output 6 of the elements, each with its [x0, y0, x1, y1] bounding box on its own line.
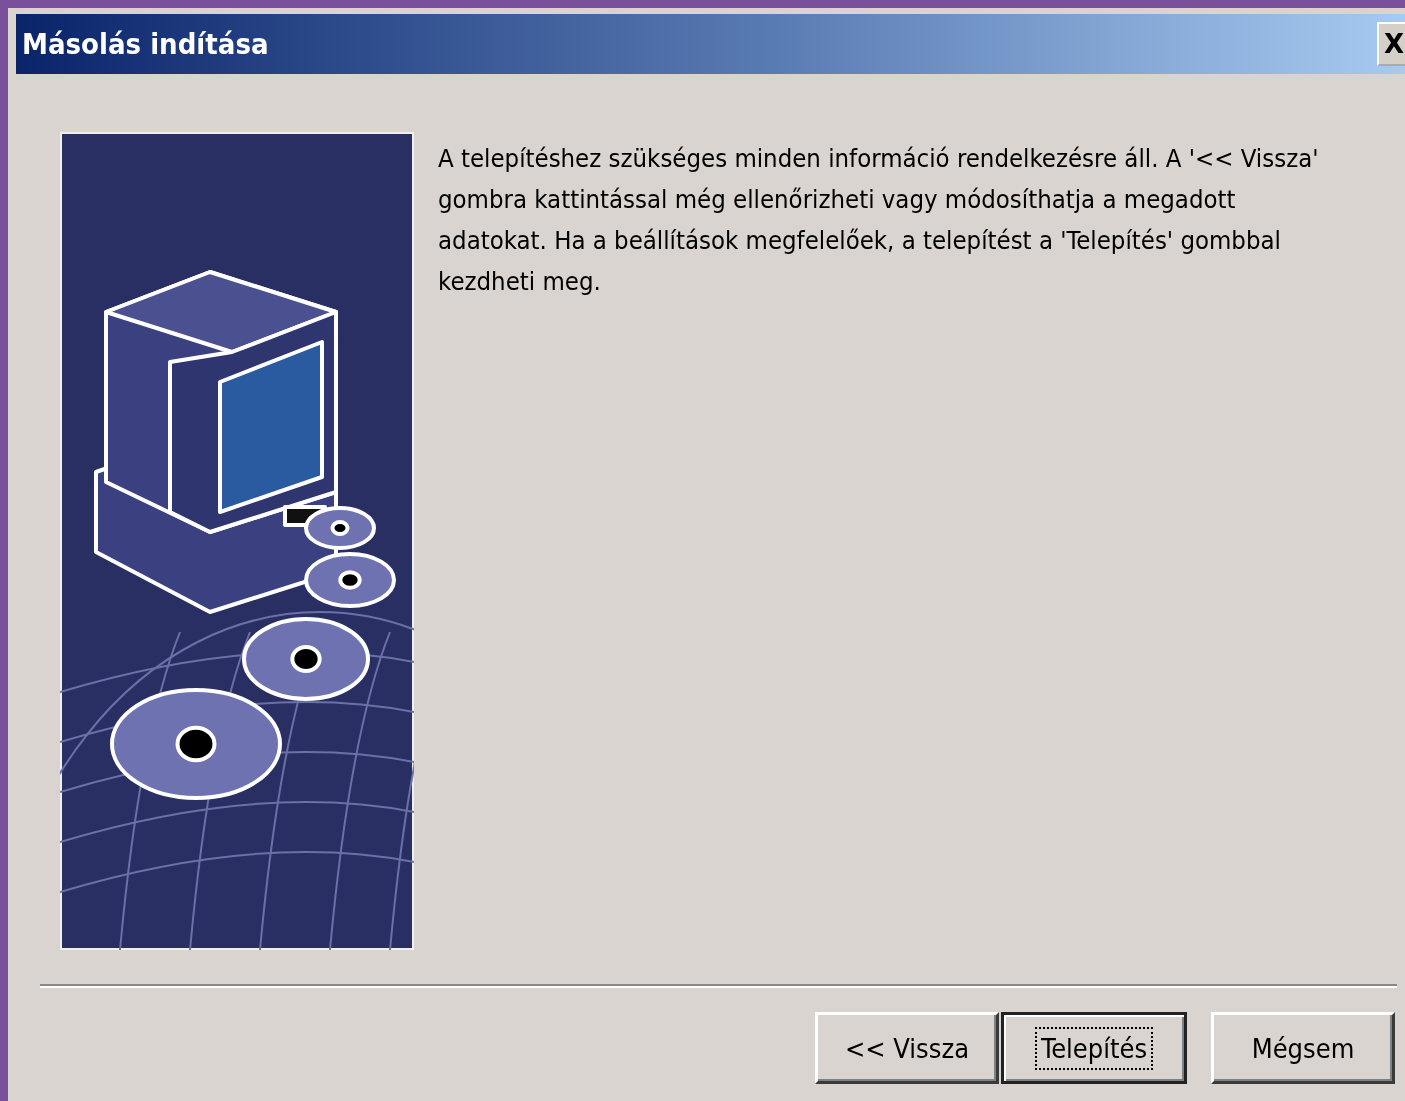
dialog-button[interactable]: Telepítés: [1001, 1012, 1187, 1084]
dialog-button[interactable]: Mégsem: [1211, 1012, 1395, 1084]
window-title: Másolás indítása: [21, 27, 269, 61]
close-button[interactable]: X: [1377, 22, 1405, 66]
instruction-text: A telepítéshez szükséges minden információ rendelkezésre áll. A '<< Vissza' gombra kattintással még ellenőrizheti vagy módosíthatja a megadott adatokat. Ha a beállítások megfelelőek, a telepítést a 'Telepítés' gombbal kezdheti meg.: [438, 142, 1320, 298]
dialog-button[interactable]: << Vissza: [815, 1012, 999, 1084]
